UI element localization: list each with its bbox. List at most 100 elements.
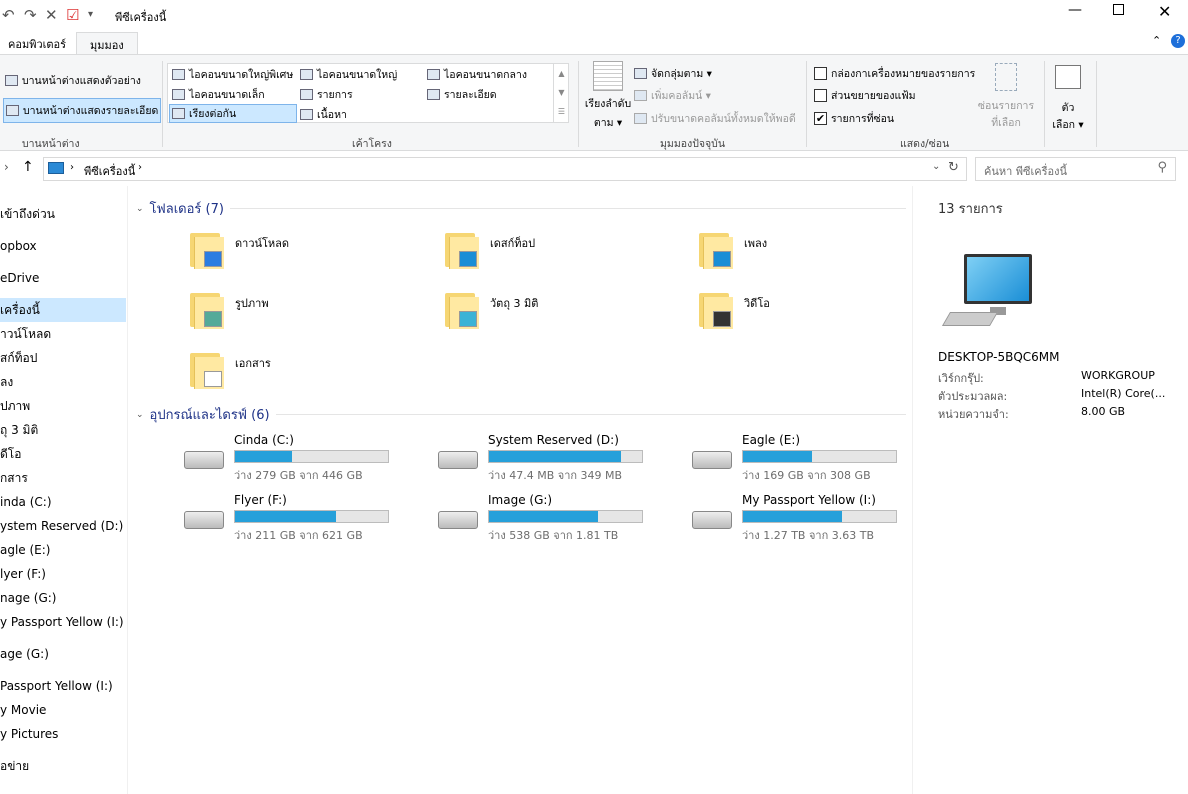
- small-icons-icon: [172, 89, 185, 100]
- checkbox-checked[interactable]: ✔: [814, 112, 827, 125]
- properties-icon[interactable]: ☑: [66, 6, 79, 24]
- layout-extra-large-icons[interactable]: ไอคอนขนาดใหญ่พิเศษ: [172, 66, 293, 83]
- drive-item[interactable]: My Passport Yellow (I:) ว่าง 1.27 TB จาก …: [692, 493, 942, 543]
- layout-tiles[interactable]: เรียงต่อกัน: [169, 104, 297, 123]
- drive-usage-fill: [743, 511, 843, 522]
- group-by-icon: [634, 68, 647, 79]
- folder-item[interactable]: เพลง: [697, 229, 937, 275]
- breadcrumb[interactable]: พีซีเครื่องนี้: [84, 162, 135, 180]
- sidebar-item[interactable]: lyer (F:): [0, 562, 126, 586]
- search-icon: ⚲: [1157, 160, 1167, 175]
- folder-item[interactable]: วัตถุ 3 มิติ: [443, 289, 683, 335]
- label: ตาม ▾: [593, 117, 623, 129]
- layout-medium-icons[interactable]: ไอคอนขนาดกลาง: [427, 66, 527, 83]
- hide-selected-button[interactable]: ซ่อนรายการ ที่เลือก: [975, 63, 1037, 131]
- drive-name: My Passport Yellow (I:): [742, 493, 876, 507]
- sidebar-item[interactable]: Passport Yellow (I:): [0, 674, 126, 698]
- checkbox[interactable]: [814, 67, 827, 80]
- sidebar-item[interactable]: ปภาพ: [0, 394, 126, 418]
- sidebar-item[interactable]: opbox: [0, 234, 126, 258]
- ribbon: บานหน้าต่างแสดงตัวอย่าง บานหน้าต่างแสดงร…: [0, 54, 1188, 151]
- sort-by-button[interactable]: เรียงลำดับ ตาม ▾: [585, 61, 631, 131]
- sidebar-item[interactable]: เครื่องนี้: [0, 298, 126, 322]
- folder-item[interactable]: เดสก์ท็อป: [443, 229, 683, 275]
- drive-icon: [692, 511, 732, 529]
- sidebar-item[interactable]: inda (C:): [0, 490, 126, 514]
- drives-section-header[interactable]: ⌄ อุปกรณ์และไดรฟ์ (6): [136, 404, 906, 425]
- label: กล่องกาเครื่องหมายของรายการ: [831, 68, 976, 80]
- sidebar-item[interactable]: กสาร: [0, 466, 126, 490]
- sidebar-item[interactable]: เข้าถึงด่วน: [0, 202, 126, 226]
- drive-item[interactable]: Image (G:) ว่าง 538 GB จาก 1.81 TB: [438, 493, 688, 543]
- collapse-chevron-icon[interactable]: ⌄: [136, 410, 144, 420]
- maximize-button[interactable]: [1113, 4, 1124, 15]
- folder-icon: [188, 289, 224, 329]
- layout-details[interactable]: รายละเอียด: [427, 86, 497, 103]
- divider: [162, 61, 163, 147]
- size-columns-button[interactable]: ปรับขนาดคอลัมน์ทั้งหมดให้พอดี: [634, 110, 796, 127]
- folders-section-header[interactable]: ⌄ โฟลเดอร์ (7): [136, 198, 906, 219]
- layout-content[interactable]: เนื้อหา: [300, 106, 347, 123]
- drive-name: Cinda (C:): [234, 433, 294, 447]
- drive-free-space: ว่าง 211 GB จาก 621 GB: [234, 529, 363, 542]
- hidden-items-toggle[interactable]: ✔ รายการที่ซ่อน: [814, 110, 894, 127]
- sidebar-item[interactable]: ystem Reserved (D:): [0, 514, 126, 538]
- checkbox[interactable]: [814, 89, 827, 102]
- sidebar-item[interactable]: ดีโอ: [0, 442, 126, 466]
- sidebar-item[interactable]: าวน์โหลด: [0, 322, 126, 346]
- drive-item[interactable]: Eagle (E:) ว่าง 169 GB จาก 308 GB: [692, 433, 942, 483]
- refresh-icon[interactable]: ↻: [948, 160, 959, 175]
- search-input[interactable]: ค้นหา พีซีเครื่องนี้ ⚲: [975, 157, 1176, 181]
- sidebar-item[interactable]: y Passport Yellow (I:): [0, 610, 126, 634]
- preview-pane-button[interactable]: บานหน้าต่างแสดงตัวอย่าง: [5, 72, 141, 89]
- drive-usage-bar: [488, 510, 643, 523]
- drive-free-space: ว่าง 1.27 TB จาก 3.63 TB: [742, 529, 875, 542]
- up-arrow-icon[interactable]: ↑: [22, 159, 34, 175]
- sidebar-item[interactable]: อข่าย: [0, 754, 126, 778]
- delete-icon[interactable]: ✕: [45, 6, 58, 24]
- tab-view[interactable]: มุมมอง: [76, 32, 138, 54]
- folder-item[interactable]: เอกสาร: [188, 349, 428, 395]
- folder-item[interactable]: วิดีโอ: [697, 289, 937, 335]
- folder-item[interactable]: รูปภาพ: [188, 289, 428, 335]
- sidebar-item[interactable]: agle (E:): [0, 538, 126, 562]
- navigation-pane: เข้าถึงด่วน opbox eDrive เครื่องนี้ าวน์โหลด…: [0, 186, 128, 794]
- gallery-scroll[interactable]: ▲ ▼ ☰: [553, 64, 569, 122]
- redo-icon[interactable]: ↷: [24, 6, 37, 24]
- customize-toolbar-icon[interactable]: ▾: [88, 9, 93, 20]
- undo-icon[interactable]: ↶: [2, 6, 15, 24]
- sidebar-item[interactable]: y Pictures: [0, 722, 126, 746]
- add-columns-button[interactable]: เพิ่มคอลัมน์ ▾: [634, 87, 711, 104]
- label: ไอคอนขนาดใหญ่พิเศษ: [189, 69, 294, 81]
- address-bar[interactable]: › พีซีเครื่องนี้ › ⌄ ↻: [43, 157, 967, 181]
- folder-item[interactable]: ดาวน์โหลด: [188, 229, 428, 275]
- layout-list[interactable]: รายการ: [300, 86, 353, 103]
- tab-computer[interactable]: คอมพิวเตอร์: [0, 32, 74, 54]
- layout-large-icons[interactable]: ไอคอนขนาดใหญ่: [300, 66, 397, 83]
- sidebar-item[interactable]: ถุ 3 มิติ: [0, 418, 126, 442]
- help-icon[interactable]: ?: [1171, 34, 1185, 48]
- options-button[interactable]: ตัว เลือก ▾: [1048, 65, 1088, 133]
- sidebar-item[interactable]: eDrive: [0, 266, 126, 290]
- sidebar-item[interactable]: nage (G:): [0, 586, 126, 610]
- close-button[interactable]: ✕: [1158, 2, 1171, 21]
- collapse-chevron-icon[interactable]: ⌄: [136, 204, 144, 214]
- property-label: ตัวประมวลผล:: [938, 390, 1008, 403]
- layout-small-icons[interactable]: ไอคอนขนาดเล็ก: [172, 86, 265, 103]
- sidebar-item[interactable]: ลง: [0, 370, 126, 394]
- sidebar-item[interactable]: age (G:): [0, 642, 126, 666]
- collapse-ribbon-icon[interactable]: ⌃: [1152, 34, 1161, 47]
- sidebar-item[interactable]: สก์ท็อป: [0, 346, 126, 370]
- minimize-button[interactable]: —: [1068, 2, 1082, 18]
- details-pane-button[interactable]: บานหน้าต่างแสดงรายละเอียด: [3, 98, 162, 123]
- group-by-button[interactable]: จัดกลุ่มตาม ▾: [634, 65, 712, 82]
- sidebar-item[interactable]: y Movie: [0, 698, 126, 722]
- item-checkboxes-toggle[interactable]: กล่องกาเครื่องหมายของรายการ: [814, 65, 975, 82]
- history-dropdown-icon[interactable]: ⌄: [932, 161, 940, 172]
- file-extensions-toggle[interactable]: ส่วนขยายของแฟ้ม: [814, 87, 916, 104]
- back-arrow-icon[interactable]: ›: [4, 160, 9, 174]
- section-title: โฟลเดอร์ (7): [149, 202, 224, 217]
- drive-item[interactable]: Cinda (C:) ว่าง 279 GB จาก 446 GB: [184, 433, 434, 483]
- drive-item[interactable]: Flyer (F:) ว่าง 211 GB จาก 621 GB: [184, 493, 434, 543]
- drive-item[interactable]: System Reserved (D:) ว่าง 47.4 MB จาก 349…: [438, 433, 688, 483]
